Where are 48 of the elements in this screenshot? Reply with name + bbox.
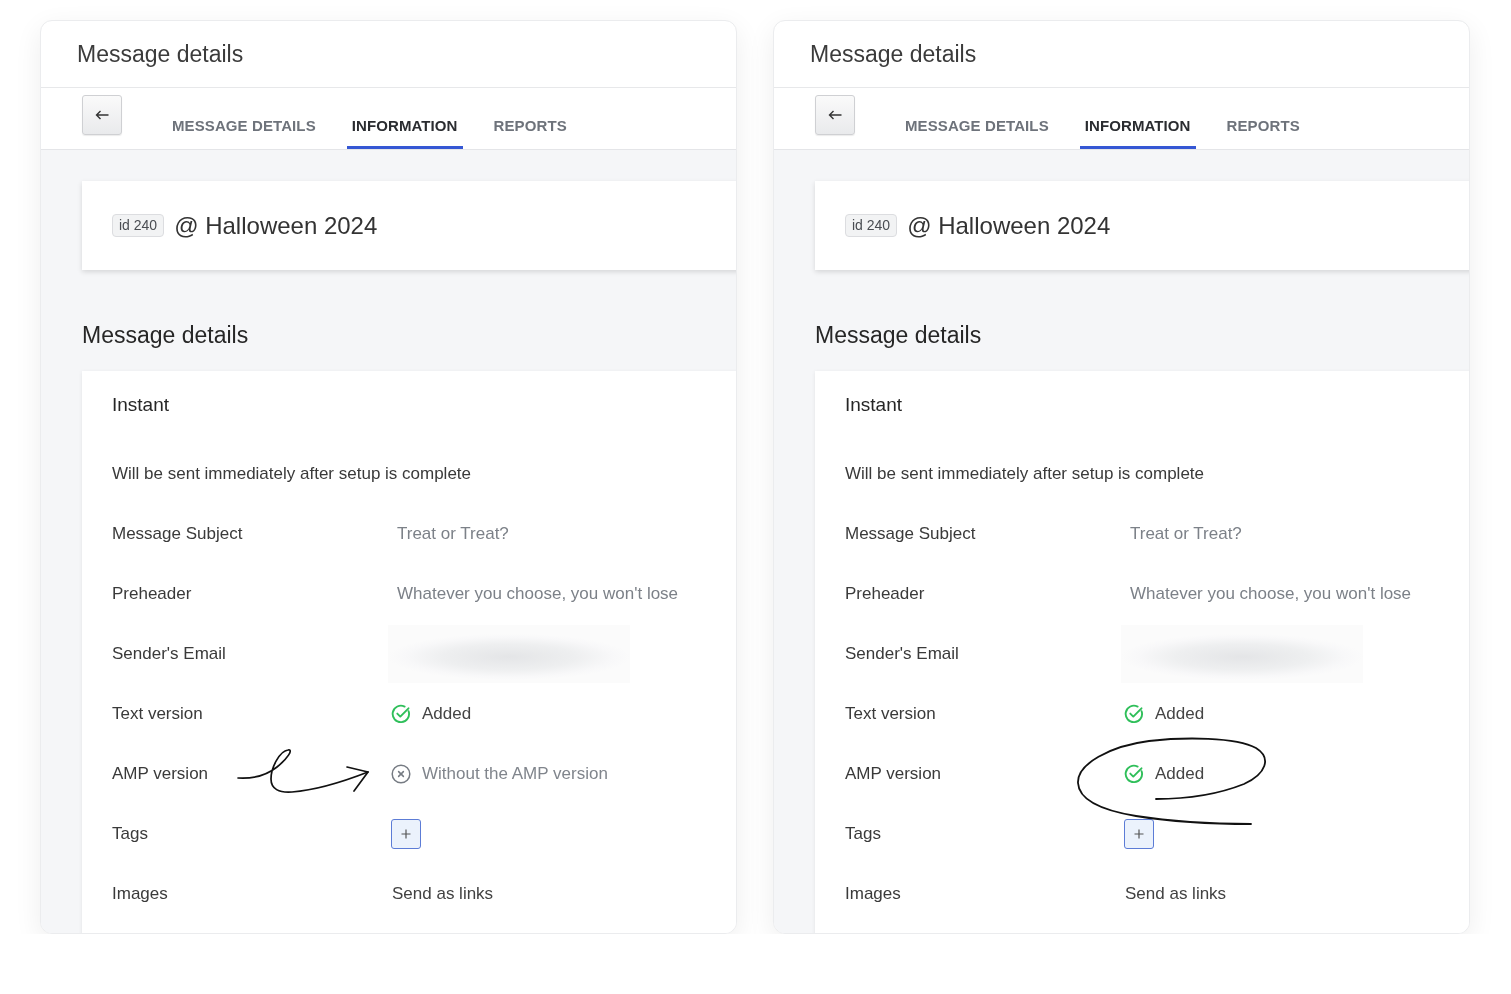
field-label: AMP version (112, 764, 210, 784)
field-label: Text version (845, 704, 937, 724)
field-value: Treat or Treat? (396, 524, 509, 544)
id-badge: id 240 (845, 214, 898, 237)
field-label: Tags (112, 824, 149, 844)
page-title: Message details (810, 40, 977, 69)
id-badge: id 240 (112, 214, 165, 237)
field-value: Send as links (391, 884, 494, 904)
field-label: Sender's Email (845, 644, 960, 664)
campaign-name: @ Halloween 2024 (174, 211, 378, 240)
card-title: Instant (112, 393, 171, 417)
plus-icon (1134, 829, 1144, 839)
schedule-description: Will be sent immediately after setup is complete (845, 463, 1206, 485)
field-value: Whatever you choose, you won't lose (396, 584, 679, 604)
campaign-name: @ Halloween 2024 (907, 211, 1111, 240)
field-label: Sender's Email (112, 644, 227, 664)
field-label: Preheader (845, 584, 926, 604)
tab[interactable]: MESSAGE DETAILS (900, 88, 1054, 149)
field-label: Message Subject (112, 524, 244, 544)
tab[interactable]: REPORTS (488, 88, 572, 149)
card-title: Instant (845, 393, 904, 417)
field-label: Preheader (112, 584, 193, 604)
status-text: Added (1155, 764, 1205, 784)
field-label: Message Subject (845, 524, 977, 544)
tab[interactable]: MESSAGE DETAILS (167, 88, 321, 149)
left-arrow-icon (828, 110, 842, 120)
field-value: Whatever you choose, you won't lose (1129, 584, 1412, 604)
field-label: Images (112, 884, 169, 904)
section-heading: Message details (82, 321, 250, 350)
add-tag-button[interactable] (391, 819, 421, 849)
schedule-description: Will be sent immediately after setup is complete (112, 463, 473, 485)
status-text: Added (422, 704, 472, 724)
status-text: Added (1155, 704, 1205, 724)
section-heading: Message details (815, 321, 983, 350)
field-label: Text version (112, 704, 204, 724)
status-text: Without the AMP version (422, 764, 608, 784)
left-arrow-icon (95, 110, 109, 120)
field-value: Send as links (1124, 884, 1227, 904)
field-label: AMP version (845, 764, 943, 784)
page-title: Message details (77, 40, 244, 69)
back-button[interactable] (815, 95, 855, 135)
field-label: Tags (845, 824, 882, 844)
back-button[interactable] (82, 95, 122, 135)
tab[interactable]: REPORTS (1221, 88, 1305, 149)
plus-icon (401, 829, 411, 839)
field-label: Images (845, 884, 902, 904)
field-value: Treat or Treat? (1129, 524, 1242, 544)
add-tag-button[interactable] (1124, 819, 1154, 849)
